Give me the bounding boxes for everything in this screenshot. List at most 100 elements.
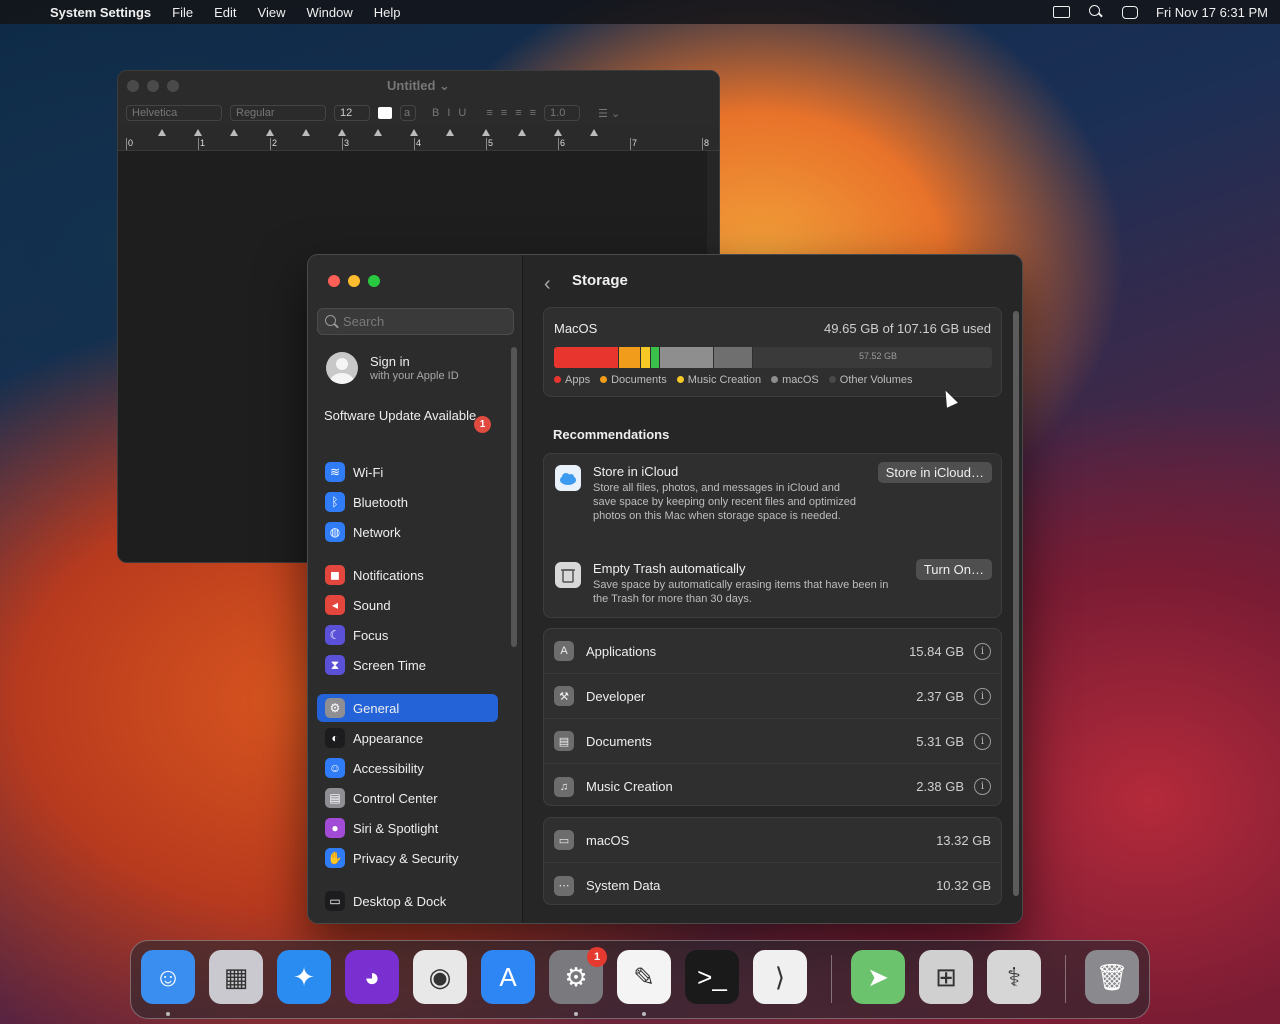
- control-center-icon[interactable]: [1122, 5, 1138, 19]
- chrome-icon[interactable]: ◉: [413, 950, 467, 1004]
- bold-button[interactable]: B: [432, 107, 439, 119]
- sidebar-item-network[interactable]: ◍ Network: [317, 518, 498, 546]
- menu-file[interactable]: File: [172, 5, 193, 20]
- back-chevron-icon[interactable]: ‹: [544, 273, 551, 296]
- storage-segment[interactable]: [641, 347, 651, 368]
- sidebar-scrollbar[interactable]: [511, 347, 517, 647]
- underline-button[interactable]: U: [458, 107, 466, 119]
- legend-label: Documents: [611, 374, 667, 386]
- software-update-available[interactable]: Software Update Available: [324, 408, 494, 424]
- ruler-tab-stop[interactable]: [518, 129, 526, 136]
- storage-row-macos[interactable]: ▭ macOS 13.32 GB: [544, 818, 1001, 863]
- storage-bar[interactable]: 57.52 GB: [554, 347, 992, 368]
- info-icon[interactable]: i: [974, 778, 991, 795]
- ruler-tab-stop[interactable]: [482, 129, 490, 136]
- sidebar-item-notifications[interactable]: ◼ Notifications: [317, 561, 498, 589]
- menu-help[interactable]: Help: [374, 5, 401, 20]
- ruler-tab-stop[interactable]: [446, 129, 454, 136]
- align-right-icon[interactable]: ≡: [515, 107, 521, 119]
- sidebar-item-focus[interactable]: ☾ Focus: [317, 621, 498, 649]
- justify-icon[interactable]: ≡: [530, 107, 536, 119]
- sidebar-item-desktop-dock[interactable]: ▭ Desktop & Dock: [317, 887, 498, 915]
- content-scrollbar[interactable]: [1013, 311, 1019, 896]
- storage-row-documents[interactable]: ▤ Documents 5.31 GB i: [544, 719, 1001, 764]
- screen-mirroring-icon[interactable]: [1053, 6, 1070, 18]
- italic-button[interactable]: I: [447, 107, 450, 119]
- storage-segment[interactable]: [714, 347, 753, 368]
- firefox-icon[interactable]: ◕: [345, 950, 399, 1004]
- font-size-select[interactable]: 12: [334, 105, 370, 121]
- app-menu[interactable]: System Settings: [50, 5, 151, 20]
- storage-segment[interactable]: [554, 347, 619, 368]
- apple-id-signin[interactable]: Sign in with your Apple ID: [326, 352, 459, 384]
- spotlight-icon[interactable]: [1088, 5, 1104, 19]
- align-center-icon[interactable]: ≡: [501, 107, 507, 119]
- safari-icon[interactable]: ✦: [277, 950, 331, 1004]
- vscode-icon[interactable]: ⟩: [753, 950, 807, 1004]
- textedit-titlebar[interactable]: Untitled ⌄: [118, 71, 719, 101]
- text-color-swatch[interactable]: [378, 107, 392, 119]
- ruler-tab-stop[interactable]: [158, 129, 166, 136]
- storage-segment[interactable]: [660, 347, 714, 368]
- close-button[interactable]: [328, 275, 340, 287]
- ruler-tab-stop[interactable]: [230, 129, 238, 136]
- sidebar-item-general[interactable]: ⚙ General: [317, 694, 498, 722]
- info-icon[interactable]: i: [974, 642, 991, 660]
- menu-edit[interactable]: Edit: [214, 5, 236, 20]
- launchpad-icon[interactable]: ▦: [209, 950, 263, 1004]
- empty-trash-turn-on-button[interactable]: Turn On…: [915, 559, 992, 580]
- textedit-icon[interactable]: ✎: [617, 950, 671, 1004]
- line-spacing-select[interactable]: 1.0: [544, 105, 581, 121]
- storage-segment[interactable]: [619, 347, 641, 368]
- sidebar-item-screen-time[interactable]: ⧗ Screen Time: [317, 651, 498, 679]
- terminal-icon[interactable]: >_: [685, 950, 739, 1004]
- ruler-tab-stop[interactable]: [194, 129, 202, 136]
- ruler-tab-stop[interactable]: [554, 129, 562, 136]
- ruler-tab-stop[interactable]: [302, 129, 310, 136]
- storage-segment[interactable]: [651, 347, 660, 368]
- info-icon[interactable]: i: [974, 687, 991, 705]
- zoom-button[interactable]: [368, 275, 380, 287]
- sidebar-item-privacy-security[interactable]: ✋ Privacy & Security: [317, 844, 498, 872]
- trash-icon[interactable]: 🗑: [1085, 950, 1139, 1004]
- menubar-clock[interactable]: Fri Nov 17 6:31 PM: [1156, 5, 1268, 20]
- list-bullets-icon[interactable]: ☰ ⌄: [598, 107, 620, 120]
- ruler-tab-stop[interactable]: [374, 129, 382, 136]
- disk-utility-icon[interactable]: ⚕: [987, 950, 1041, 1004]
- storage-row-music-creation[interactable]: ♫ Music Creation 2.38 GB i: [544, 764, 1001, 809]
- ruler-number: 5: [488, 138, 494, 148]
- app-store-icon[interactable]: A: [481, 950, 535, 1004]
- sidebar-item-appearance[interactable]: ◐ Appearance: [317, 724, 498, 752]
- sidebar-item-sound[interactable]: ◂ Sound: [317, 591, 498, 619]
- menu-window[interactable]: Window: [306, 5, 352, 20]
- info-icon[interactable]: i: [974, 732, 991, 750]
- storage-row-developer[interactable]: ⚒ Developer 2.37 GB i: [544, 674, 1001, 719]
- sidebar-item-siri-spotlight[interactable]: ● Siri & Spotlight: [317, 814, 498, 842]
- storage-row-applications[interactable]: A Applications 15.84 GB i: [544, 629, 1001, 674]
- search-input[interactable]: [343, 314, 503, 329]
- system-settings-window[interactable]: Sign in with your Apple ID Software Upda…: [307, 254, 1023, 924]
- ruler-tab-stop[interactable]: [338, 129, 346, 136]
- sidebar-item-wi-fi[interactable]: ≋ Wi-Fi: [317, 458, 498, 486]
- ruler-tab-stop[interactable]: [266, 129, 274, 136]
- finder-icon[interactable]: ☺: [141, 950, 195, 1004]
- ruler-tab-stop[interactable]: [590, 129, 598, 136]
- maps-icon[interactable]: ➤: [851, 950, 905, 1004]
- boot-camp-icon[interactable]: ⊞: [919, 950, 973, 1004]
- sidebar-item-bluetooth[interactable]: ᛒ Bluetooth: [317, 488, 498, 516]
- sidebar-item-label: Appearance: [353, 730, 424, 746]
- general-icon: ⚙: [325, 698, 345, 718]
- ruler-tab-stop[interactable]: [410, 129, 418, 136]
- font-family-select[interactable]: Helvetica: [126, 105, 222, 121]
- sidebar-search[interactable]: [317, 308, 514, 335]
- minimize-button[interactable]: [348, 275, 360, 287]
- storage-row-system-data[interactable]: ⋯ System Data 10.32 GB: [544, 863, 1001, 908]
- sidebar-item-accessibility[interactable]: ☺ Accessibility: [317, 754, 498, 782]
- highlight-color-button[interactable]: a: [400, 105, 416, 121]
- sidebar-item-control-center[interactable]: ▤ Control Center: [317, 784, 498, 812]
- store-in-icloud-button[interactable]: Store in iCloud…: [877, 462, 992, 483]
- font-style-select[interactable]: Regular: [230, 105, 326, 121]
- menu-view[interactable]: View: [258, 5, 286, 20]
- textedit-ruler[interactable]: 0 1 2 3 4 5 6 7 8: [118, 125, 719, 151]
- align-left-icon[interactable]: ≡: [486, 107, 492, 119]
